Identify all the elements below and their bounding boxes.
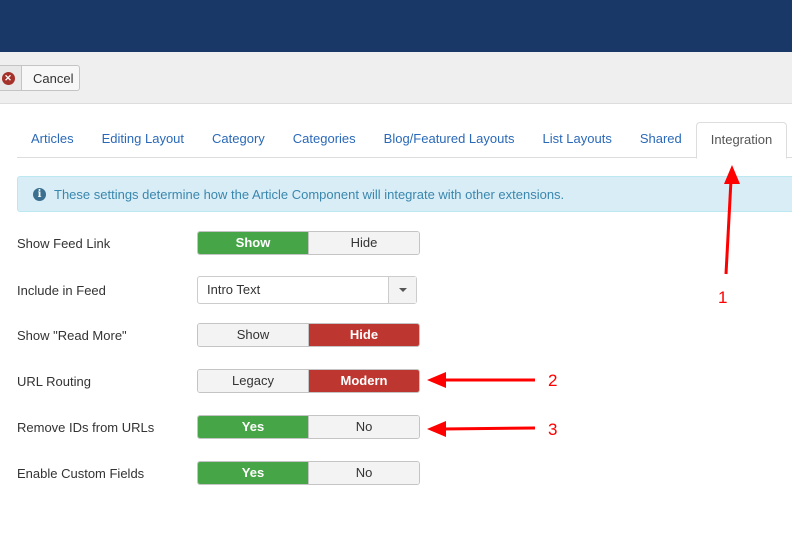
annotation-2: 2: [548, 371, 557, 390]
arrow-1: [724, 179, 733, 275]
annotation-1: 1: [718, 288, 727, 307]
arrow-1-head: [724, 165, 740, 184]
annotation-3: 3: [548, 420, 557, 439]
arrow-3: [441, 426, 536, 431]
arrow-2-head: [427, 372, 446, 388]
arrow-3-head: [427, 421, 446, 437]
annotation-overlay: 1 2 3: [427, 165, 740, 439]
